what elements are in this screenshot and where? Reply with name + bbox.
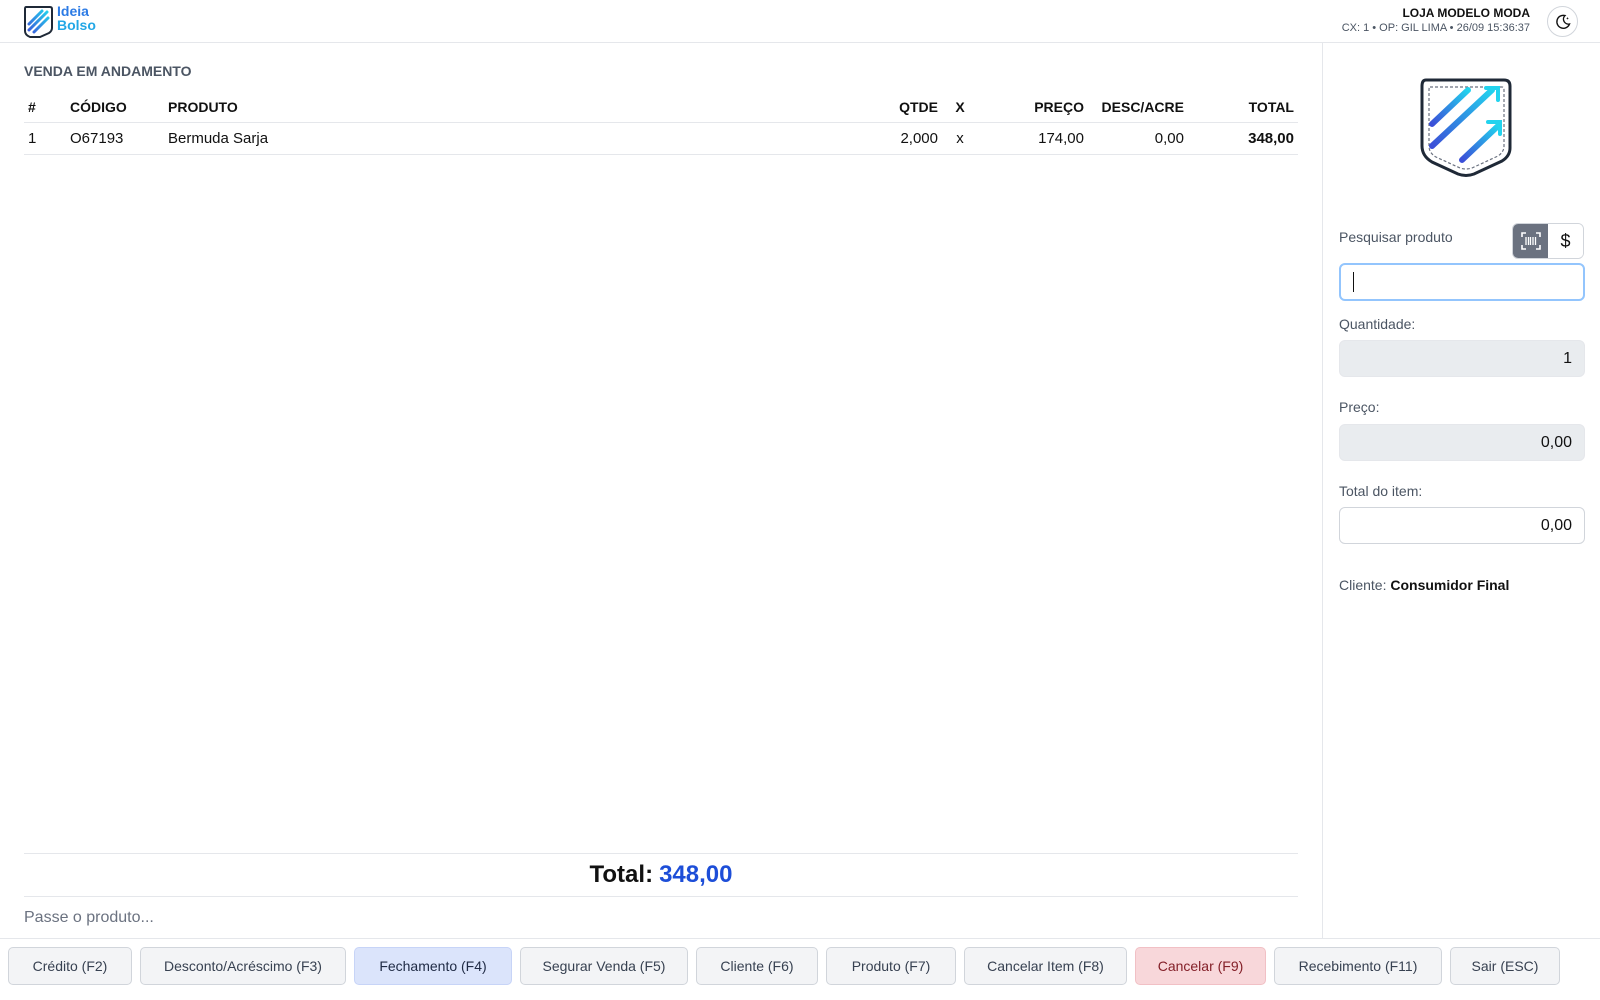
row-qty: 2,000 xyxy=(842,122,942,155)
sale-area: VENDA EM ANDAMENTO # CÓDIGO PRODUTO QTDE… xyxy=(24,43,1298,938)
logo-badge-icon xyxy=(24,6,53,38)
top-bar: Ideia Bolso LOJA MODELO MODA CX: 1 • OP:… xyxy=(0,0,1600,43)
function-key-bar: Crédito (F2) Desconto/Acréscimo (F3) Fec… xyxy=(0,938,1600,1000)
client-button[interactable]: Cliente (F6) xyxy=(696,947,818,985)
search-mode-toggle: $ xyxy=(1512,223,1584,259)
row-total: 348,00 xyxy=(1188,122,1298,155)
table-row[interactable]: 1 O67193 Bermuda Sarja 2,000 x 174,00 0,… xyxy=(24,122,1298,155)
pocket-logo-icon xyxy=(1420,78,1512,177)
cancel-sale-button[interactable]: Cancelar (F9) xyxy=(1135,947,1266,985)
client-name: Consumidor Final xyxy=(1390,577,1510,593)
section-title: VENDA EM ANDAMENTO xyxy=(24,63,192,79)
row-x: x xyxy=(942,122,978,155)
col-x: X xyxy=(942,92,978,123)
table-header-row: # CÓDIGO PRODUTO QTDE X PREÇO DESC/ACRE … xyxy=(24,92,1298,123)
theme-toggle-button[interactable] xyxy=(1547,6,1578,37)
barcode-icon xyxy=(1520,232,1541,250)
store-info: LOJA MODELO MODA CX: 1 • OP: GIL LIMA • … xyxy=(1342,6,1530,36)
register-operator-info: CX: 1 • OP: GIL LIMA • 26/09 15:36:37 xyxy=(1341,22,1530,34)
dollar-icon: $ xyxy=(1560,230,1571,251)
col-code: CÓDIGO xyxy=(66,92,164,123)
text-caret xyxy=(1353,272,1354,292)
col-product: PRODUTO xyxy=(164,92,842,123)
total-label: Total: xyxy=(589,861,654,888)
quantity-field[interactable]: 1 xyxy=(1339,340,1585,377)
entry-panel: Pesquisar produto $ Quantidade: 1 Preço:… xyxy=(1322,43,1600,938)
scan-hint: Passe o produto... xyxy=(24,909,154,926)
sale-total-bar: Total: 348,00 xyxy=(24,853,1298,897)
col-price: PREÇO xyxy=(978,92,1088,123)
moon-icon xyxy=(1555,14,1571,29)
product-button[interactable]: Produto (F7) xyxy=(826,947,956,985)
credit-button[interactable]: Crédito (F2) xyxy=(8,947,132,985)
col-total: TOTAL xyxy=(1188,92,1298,123)
cancel-item-button[interactable]: Cancelar Item (F8) xyxy=(964,947,1127,985)
logo-line-1: Ideia xyxy=(57,3,89,19)
total-value: 348,00 xyxy=(659,861,733,888)
barcode-mode-button[interactable] xyxy=(1513,224,1548,258)
row-discount: 0,00 xyxy=(1088,122,1188,155)
price-field[interactable]: 0,00 xyxy=(1339,424,1585,461)
row-product: Bermuda Sarja xyxy=(164,122,842,155)
row-code: O67193 xyxy=(66,122,164,155)
exit-button[interactable]: Sair (ESC) xyxy=(1450,947,1560,985)
sale-items-table: # CÓDIGO PRODUTO QTDE X PREÇO DESC/ACRE … xyxy=(24,92,1298,155)
client-info: Cliente: Consumidor Final xyxy=(1339,577,1509,593)
price-mode-button[interactable]: $ xyxy=(1548,224,1583,258)
item-total-label: Total do item: xyxy=(1339,483,1423,499)
row-number: 1 xyxy=(24,122,66,155)
search-input[interactable] xyxy=(1339,263,1585,301)
col-discount: DESC/ACRE xyxy=(1088,92,1188,123)
hold-sale-button[interactable]: Segurar Venda (F5) xyxy=(520,947,688,985)
row-price: 174,00 xyxy=(978,122,1088,155)
store-name: LOJA MODELO MODA xyxy=(1402,6,1530,20)
item-total-field[interactable]: 0,00 xyxy=(1339,507,1585,544)
client-label: Cliente: xyxy=(1339,577,1387,593)
logo-wordmark: Ideia Bolso xyxy=(57,4,96,32)
quantity-label: Quantidade: xyxy=(1339,316,1416,332)
col-number: # xyxy=(24,92,66,123)
col-qty: QTDE xyxy=(842,92,942,123)
checkout-button[interactable]: Fechamento (F4) xyxy=(354,947,512,985)
discount-surcharge-button[interactable]: Desconto/Acréscimo (F3) xyxy=(140,947,346,985)
price-label: Preço: xyxy=(1339,399,1380,415)
receipt-button[interactable]: Recebimento (F11) xyxy=(1274,947,1442,985)
logo-line-2: Bolso xyxy=(57,17,96,33)
brand-logo: Ideia Bolso xyxy=(22,3,118,39)
search-label: Pesquisar produto xyxy=(1339,229,1453,245)
